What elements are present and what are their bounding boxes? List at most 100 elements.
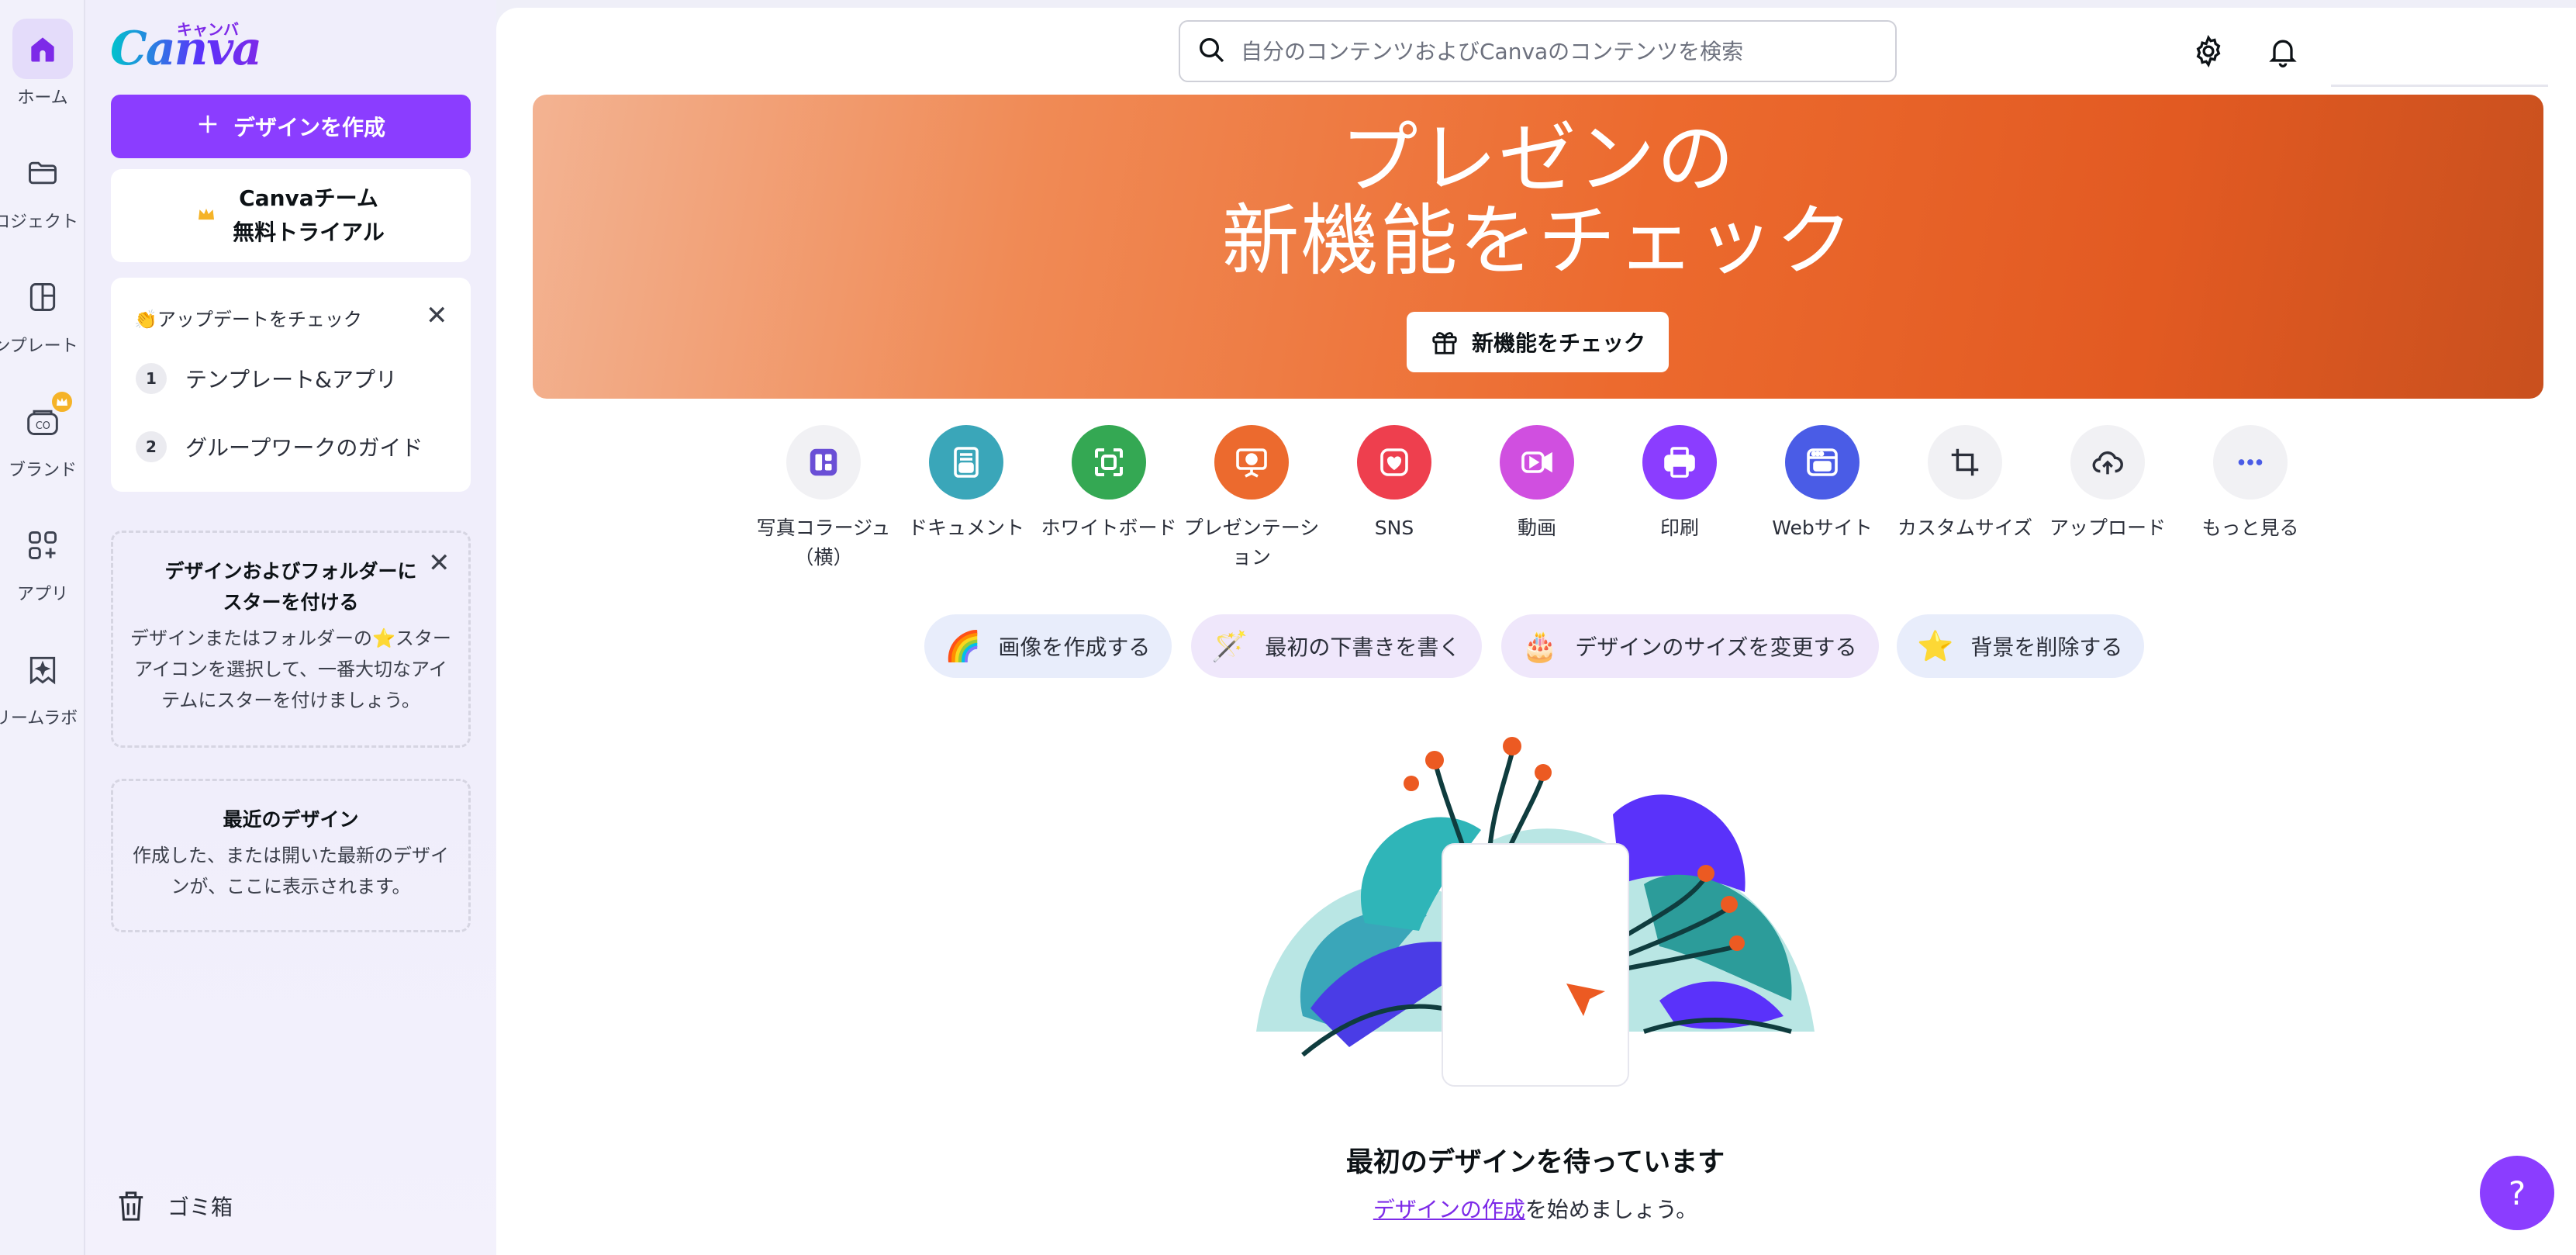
crown-icon	[197, 206, 216, 225]
star-tip-card: ✕ デザインおよびフォルダーにスターを付ける デザインまたはフォルダーの⭐スター…	[111, 531, 471, 748]
notification-bell-icon[interactable]	[2261, 29, 2305, 73]
trash-icon	[119, 1191, 143, 1221]
design-type-label: 印刷	[1659, 517, 1699, 539]
hero-line-2: 新機能をチェック	[1221, 195, 1855, 286]
printer-icon	[1642, 425, 1717, 500]
update-step[interactable]: 1 テンプレート&アプリ	[136, 363, 397, 394]
whiteboard-icon	[1072, 425, 1146, 500]
team-trial-card[interactable]: Canvaチーム 無料トライアル	[111, 169, 471, 262]
updates-card: 👏アップデートをチェック ✕ 1 テンプレート&アプリ 2 グループワークのガイ…	[111, 278, 471, 492]
help-button[interactable]: ?	[2480, 1156, 2554, 1230]
website-icon	[1785, 425, 1859, 500]
trial-line-2: 無料トライアル	[233, 220, 385, 245]
nav-rail: ホーム プロジェクト テンプレート CO ブランド アプリ ドリームラボ	[0, 0, 85, 1255]
collage-icon	[786, 425, 861, 500]
rail-item-brand[interactable]: CO ブランド	[0, 389, 85, 507]
design-type-document[interactable]: ドキュメント	[896, 425, 1036, 543]
design-type-label: 写真コラージュ（横）	[756, 517, 891, 569]
create-design-label: デザインを作成	[233, 115, 385, 140]
chip-create-image[interactable]: 🌈 画像を作成する	[924, 614, 1172, 678]
chip-label: 最初の下書きを書く	[1265, 634, 1461, 660]
design-type-website[interactable]: Webサイト	[1752, 425, 1892, 543]
rail-item-templates[interactable]: テンプレート	[0, 267, 85, 383]
create-design-link[interactable]: デザインの作成	[1373, 1197, 1525, 1222]
recent-designs-card: 最近のデザイン 作成した、または開いた最新のデザインが、ここに表示されます。	[111, 779, 471, 932]
presentation-icon	[1214, 425, 1289, 500]
chip-write-draft[interactable]: 🪄 最初の下書きを書く	[1191, 614, 1483, 678]
cake-icon: 🎂	[1521, 628, 1559, 663]
design-type-label: もっと見る	[2201, 517, 2299, 539]
design-type-video[interactable]: 動画	[1467, 425, 1607, 543]
gift-icon	[1432, 332, 1457, 354]
svg-text:CO: CO	[36, 420, 50, 432]
design-type-whiteboard[interactable]: ホワイトボード	[1039, 425, 1179, 543]
trial-text: Canvaチーム 無料トライアル	[233, 182, 385, 250]
logo-kana: キャンバ	[177, 20, 239, 39]
step-label: グループワークのガイド	[185, 435, 423, 461]
heart-icon	[1357, 425, 1431, 500]
step-label: テンプレート&アプリ	[185, 367, 397, 392]
brand-icon: CO	[12, 389, 74, 451]
close-icon[interactable]: ✕	[426, 303, 448, 329]
design-type-label: カスタムサイズ	[1897, 517, 2033, 539]
hero-banner: プレゼンの 新機能をチェック 新機能をチェック	[533, 95, 2543, 399]
empty-state-subtitle: デザインの作成を始めましょう。	[1272, 1193, 1799, 1224]
apps-icon	[12, 515, 73, 576]
close-icon[interactable]: ✕	[428, 550, 451, 576]
update-step[interactable]: 2 グループワークのガイド	[136, 431, 423, 462]
rail-label: ドリームラボ	[0, 709, 78, 728]
design-type-label: アップロード	[2049, 517, 2166, 539]
hero-check-button[interactable]: 新機能をチェック	[1407, 312, 1669, 372]
design-type-custom-size[interactable]: カスタムサイズ	[1895, 425, 2035, 543]
empty-state-illustration	[1256, 737, 1815, 1087]
search-bar[interactable]	[1179, 20, 1897, 82]
design-type-sns[interactable]: SNS	[1324, 425, 1464, 543]
magic-wand-icon: 🪄	[1211, 628, 1248, 663]
rail-item-dream-lab[interactable]: ドリームラボ	[0, 639, 85, 755]
design-type-label: プレゼンテーション	[1183, 517, 1320, 569]
design-type-label: 動画	[1517, 517, 1556, 539]
create-design-button[interactable]: デザインを作成	[111, 95, 471, 158]
step-number: 2	[136, 431, 167, 462]
star-tip-title: デザインおよびフォルダーにスターを付ける	[164, 560, 417, 614]
rail-label: ブランド	[8, 461, 77, 480]
upload-cloud-icon	[2070, 425, 2145, 500]
design-type-label: SNS	[1374, 517, 1414, 539]
search-input[interactable]	[1241, 38, 1877, 64]
design-type-label: ドキュメント	[907, 517, 1024, 539]
rail-item-home[interactable]: ホーム	[0, 19, 85, 135]
hero-line-1: プレゼンの	[1340, 113, 1736, 204]
rail-item-projects[interactable]: プロジェクト	[0, 143, 85, 259]
video-icon	[1500, 425, 1574, 500]
design-type-label: ホワイトボード	[1041, 517, 1177, 539]
star-tip-body: デザインまたはフォルダーの⭐スターアイコンを選択して、一番大切なアイテムにスター…	[130, 628, 451, 711]
rainbow-icon: 🌈	[944, 628, 982, 663]
custom-size-icon	[1928, 425, 2002, 500]
empty-state-rest: を始めましょう。	[1525, 1197, 1698, 1222]
folder-icon	[12, 143, 73, 203]
trash-label: ゴミ箱	[167, 1194, 233, 1220]
design-type-label: Webサイト	[1772, 517, 1873, 539]
hero-title: プレゼンの 新機能をチェック	[533, 118, 2543, 282]
design-type-presentation[interactable]: プレゼンテーション	[1182, 425, 1321, 572]
design-type-print[interactable]: 印刷	[1610, 425, 1749, 543]
hero-button-label: 新機能をチェック	[1471, 330, 1645, 356]
home-icon	[12, 19, 73, 79]
trial-line-1: Canvaチーム	[239, 185, 378, 211]
trash-button[interactable]: ゴミ箱	[116, 1190, 233, 1222]
chip-remove-background[interactable]: ⭐ 背景を削除する	[1897, 614, 2145, 678]
chip-resize-design[interactable]: 🎂 デザインのサイズを変更する	[1501, 614, 1879, 678]
recent-designs-title: 最近のデザイン	[223, 808, 359, 831]
rail-label: アプリ	[16, 585, 68, 604]
chip-label: 背景を削除する	[1970, 634, 2123, 660]
rail-item-apps[interactable]: アプリ	[0, 515, 85, 631]
template-icon	[12, 267, 73, 327]
chip-label: デザインのサイズを変更する	[1575, 634, 1857, 660]
design-type-photo-collage[interactable]: 写真コラージュ（横）	[754, 425, 893, 572]
more-dots-icon	[2213, 425, 2288, 500]
settings-gear-icon[interactable]	[2187, 29, 2230, 73]
design-type-more[interactable]: もっと見る	[2181, 425, 2320, 543]
account-area[interactable]	[2331, 9, 2548, 87]
updates-title: 👏アップデートをチェック	[134, 309, 362, 330]
design-type-upload[interactable]: アップロード	[2038, 425, 2177, 543]
